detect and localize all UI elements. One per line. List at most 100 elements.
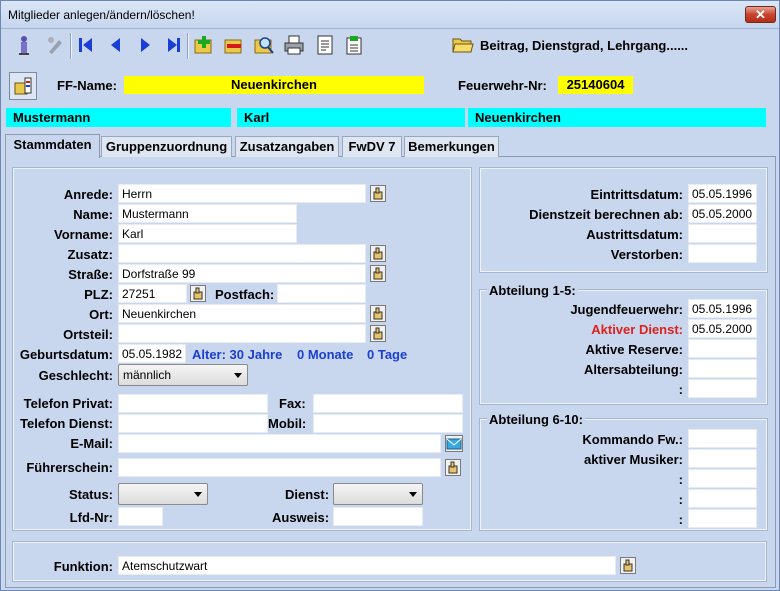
abt610-extra3-field[interactable] [688, 509, 757, 528]
tab-fwdv7[interactable]: FwDV 7 [342, 136, 402, 157]
austrittsdatum-field[interactable] [688, 224, 757, 243]
zusatz-label: Zusatz: [67, 247, 114, 262]
plz-picker-icon[interactable] [190, 285, 206, 302]
vorname-label: Vorname: [54, 227, 113, 242]
ff-name-label: FF-Name: [57, 78, 117, 93]
abteilung-6-10-title: Abteilung 6-10: [487, 412, 585, 427]
zusatz-picker-icon[interactable] [370, 245, 386, 262]
fuehrerschein-field[interactable] [118, 458, 441, 477]
geschlecht-label: Geschlecht: [38, 368, 113, 383]
tab-gruppenzuordnung[interactable]: Gruppenzuordnung [101, 136, 232, 157]
telefon-dienst-field[interactable] [118, 414, 268, 433]
funktion-picker-icon[interactable] [620, 557, 636, 574]
kommando-field[interactable] [688, 429, 757, 448]
verstorben-field[interactable] [688, 244, 757, 263]
alter-days: 0 Tage [367, 347, 408, 362]
user-pin-icon[interactable] [12, 33, 36, 57]
anrede-field[interactable]: Herrn [118, 184, 366, 203]
delete-folder-icon[interactable] [222, 33, 246, 57]
geschlecht-select[interactable]: männlich [118, 364, 248, 386]
first-record-icon[interactable] [73, 33, 97, 57]
fuehrerschein-label: Führerschein: [26, 460, 113, 475]
strasse-field[interactable]: Dorfstraße 99 [118, 264, 366, 283]
open-folder-icon[interactable] [450, 33, 476, 57]
aktiver-dienst-field[interactable]: 05.05.2000 [688, 319, 757, 338]
tab-zusatzangaben[interactable]: Zusatzangaben [235, 136, 339, 157]
abt610-extra2-field[interactable] [688, 489, 757, 508]
abt15-extra-field[interactable] [688, 379, 757, 398]
dienstzeit-label: Dienstzeit berechnen ab: [529, 207, 683, 222]
geburtsdatum-label: Geburtsdatum: [19, 347, 113, 362]
ortsteil-picker-icon[interactable] [370, 325, 386, 342]
tab-bemerkungen[interactable]: Bemerkungen [404, 136, 499, 157]
geburtsdatum-field[interactable]: 05.05.1982 [118, 344, 186, 363]
altersabteilung-field[interactable] [688, 359, 757, 378]
abt610-extra2-label: : [678, 492, 683, 507]
geschlecht-value: männlich [123, 368, 172, 382]
anrede-picker-icon[interactable] [370, 185, 386, 202]
ausweis-field[interactable] [333, 507, 423, 526]
next-record-icon[interactable] [133, 33, 157, 57]
dienstzeit-field[interactable]: 05.05.2000 [688, 204, 757, 223]
feuerwehr-nr-value: 25140604 [558, 76, 633, 94]
ausweis-label: Ausweis: [272, 510, 330, 525]
dienst-select[interactable] [333, 483, 423, 505]
fax-label: Fax: [279, 396, 306, 411]
search-folder-icon[interactable] [252, 33, 276, 57]
ort-picker-icon[interactable] [370, 305, 386, 322]
export-icon[interactable] [342, 33, 366, 57]
jugendfeuerwehr-field[interactable]: 05.05.1996 [688, 299, 757, 318]
postfach-field[interactable] [277, 284, 366, 303]
mail-icon[interactable] [445, 435, 463, 452]
telefon-privat-label: Telefon Privat: [23, 396, 113, 411]
abteilung-1-5-title: Abteilung 1-5: [487, 283, 578, 298]
verstorben-label: Verstorben: [610, 247, 683, 262]
lfd-nr-field[interactable] [118, 507, 163, 526]
ff-name-value: Neuenkirchen [124, 76, 424, 94]
alter-months: 0 Monate [297, 347, 354, 362]
last-record-icon[interactable] [162, 33, 186, 57]
window-title: Mitglieder anlegen/ändern/löschen! [8, 8, 195, 22]
prev-record-icon[interactable] [103, 33, 127, 57]
kommando-label: Kommando Fw.: [582, 432, 683, 447]
record-list-icon[interactable] [9, 72, 37, 100]
mobil-field[interactable] [313, 414, 463, 433]
aktive-reserve-field[interactable] [688, 339, 757, 358]
fax-field[interactable] [313, 394, 463, 413]
chevron-down-icon [234, 373, 242, 378]
musiker-field[interactable] [688, 449, 757, 468]
report-icon[interactable] [313, 33, 337, 57]
lfd-nr-label: Lfd-Nr: [69, 510, 113, 525]
new-folder-icon[interactable] [192, 33, 216, 57]
telefon-dienst-label: Telefon Dienst: [20, 416, 113, 431]
print-icon[interactable] [282, 33, 306, 57]
eintrittsdatum-field[interactable]: 05.05.1996 [688, 184, 757, 203]
abt610-extra1-field[interactable] [688, 469, 757, 488]
strasse-picker-icon[interactable] [370, 265, 386, 282]
funktion-field[interactable]: Atemschutzwart [118, 556, 616, 575]
vorname-field[interactable]: Karl [118, 224, 297, 243]
chevron-down-icon [409, 492, 417, 497]
ortsteil-label: Ortsteil: [63, 327, 113, 342]
toolbar-caption[interactable]: Beitrag, Dienstgrad, Lehrgang...... [480, 38, 688, 53]
plz-field[interactable]: 27251 [118, 284, 187, 303]
close-button[interactable]: ✕ [745, 6, 776, 23]
fuehrerschein-picker-icon[interactable] [445, 459, 461, 476]
jugendfeuerwehr-label: Jugendfeuerwehr: [570, 302, 683, 317]
email-field[interactable] [118, 434, 441, 453]
dienst-label: Dienst: [285, 487, 330, 502]
tab-stammdaten[interactable]: Stammdaten [5, 134, 100, 158]
status-label: Status: [68, 487, 113, 502]
telefon-privat-field[interactable] [118, 394, 268, 413]
alter-years: Alter: 30 Jahre [192, 347, 283, 362]
zusatz-field[interactable] [118, 244, 366, 263]
strasse-label: Straße: [68, 267, 113, 282]
status-select[interactable] [118, 483, 208, 505]
mobil-label: Mobil: [268, 416, 307, 431]
ort-field[interactable]: Neuenkirchen [118, 304, 366, 323]
name-field[interactable]: Mustermann [118, 204, 297, 223]
ortsteil-field[interactable] [118, 324, 366, 343]
aktive-reserve-label: Aktive Reserve: [585, 342, 683, 357]
edit-disabled-icon[interactable] [43, 33, 67, 57]
chevron-down-icon [194, 492, 202, 497]
